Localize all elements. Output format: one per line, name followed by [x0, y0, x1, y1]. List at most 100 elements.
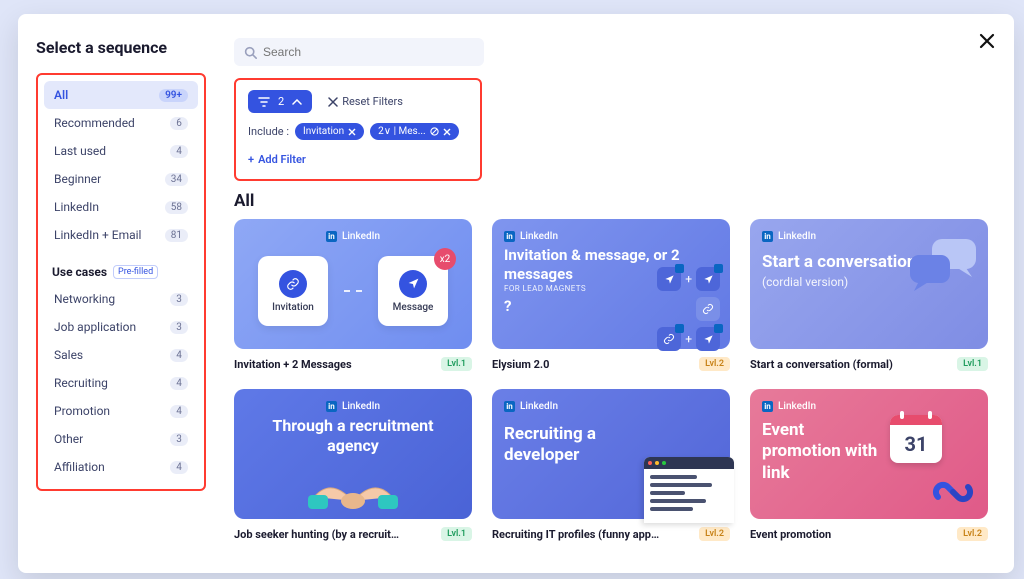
flow-diagram: + + [657, 267, 720, 339]
sequence-card[interactable]: in LinkedIn Invitation & message, or 2 m… [492, 219, 730, 371]
sidebar-item-recommended[interactable]: Recommended 6 [44, 109, 198, 137]
sidebar-item-count: 99+ [159, 89, 188, 102]
chip-label: 2∨ | Mes... [378, 126, 425, 137]
close-icon [328, 97, 338, 107]
linkedin-icon: in [504, 401, 515, 412]
sidebar-item-label: Recruiting [54, 376, 108, 390]
cards-grid: in LinkedIn Invitation [234, 219, 988, 541]
sidebar-item-label: Sales [54, 348, 83, 362]
sidebar-item-count: 34 [165, 173, 188, 186]
filter-highlight-box: 2 Reset Filters Include : Invitation [234, 78, 482, 181]
card-thumb: in LinkedIn Event promotion with link 31 [750, 389, 988, 519]
sidebar-item-sales[interactable]: Sales 4 [44, 341, 198, 369]
sidebar-item-linkedin[interactable]: LinkedIn 58 [44, 193, 198, 221]
chip-label: Invitation [303, 126, 344, 137]
linkedin-icon: in [326, 231, 337, 242]
sidebar-item-beginner[interactable]: Beginner 34 [44, 165, 198, 193]
card-thumb: in LinkedIn Invitation [234, 219, 472, 349]
add-filter-button[interactable]: + Add Filter [248, 153, 306, 166]
level-badge: Lvl.2 [699, 527, 730, 541]
question-icon: ? [504, 297, 511, 315]
linkedin-icon: in [326, 401, 337, 412]
card-headline: Recruiting a developer [504, 424, 634, 467]
sidebar-section-header: Use cases Pre-filled [52, 265, 198, 279]
cancel-icon[interactable] [430, 127, 439, 136]
section-heading: All [234, 191, 988, 211]
invitation-tile: Invitation [258, 256, 328, 326]
link-icon [279, 270, 307, 298]
sidebar-section-title: Use cases [52, 265, 107, 279]
linkedin-label: LinkedIn [342, 401, 380, 412]
sidebar-item-count: 4 [170, 145, 188, 158]
sidebar-section-badge: Pre-filled [113, 265, 158, 279]
card-headline: Through a recruitment agency [246, 416, 460, 456]
add-filter-label: Add Filter [258, 153, 306, 166]
sequence-card[interactable]: in LinkedIn Through a recruitment agency [234, 389, 472, 541]
card-title: Elysium 2.0 [492, 358, 549, 371]
card-thumb: in LinkedIn Start a conversation (cordia… [750, 219, 988, 349]
modal-title: Select a sequence [36, 38, 206, 57]
reset-filters-button[interactable]: Reset Filters [328, 95, 403, 108]
sequence-modal: Select a sequence All 99+ Recommended 6 … [18, 14, 1014, 573]
sidebar-item-recruiting[interactable]: Recruiting 4 [44, 369, 198, 397]
card-title: Start a conversation (formal) [750, 358, 893, 371]
close-button[interactable] [974, 28, 1000, 54]
sidebar-item-count: 3 [170, 321, 188, 334]
sidebar-item-count: 4 [170, 461, 188, 474]
sidebar-item-label: LinkedIn + Email [54, 228, 141, 242]
sidebar-item-label: Networking [54, 292, 115, 306]
tile-label: Invitation [272, 302, 314, 313]
sidebar-item-count: 58 [165, 201, 188, 214]
search-input[interactable] [263, 45, 474, 59]
sidebar-item-promotion[interactable]: Promotion 4 [44, 397, 198, 425]
chat-bubbles-icon [906, 237, 982, 297]
sidebar-item-label: Job application [54, 320, 136, 334]
sidebar-item-networking[interactable]: Networking 3 [44, 285, 198, 313]
sidebar-item-linkedin-email[interactable]: LinkedIn + Email 81 [44, 221, 198, 249]
filter-summary-button[interactable]: 2 [248, 90, 312, 113]
link-icon [696, 297, 720, 321]
filter-count: 2 [278, 95, 284, 108]
sidebar-item-last-used[interactable]: Last used 4 [44, 137, 198, 165]
card-thumb: in LinkedIn Invitation & message, or 2 m… [492, 219, 730, 349]
sidebar-item-label: Other [54, 432, 83, 446]
chevron-up-icon [292, 99, 302, 105]
sidebar-item-all[interactable]: All 99+ [44, 81, 198, 109]
search-input-wrap[interactable] [234, 38, 484, 66]
close-icon[interactable] [348, 128, 356, 136]
code-window-icon [644, 457, 734, 523]
linkedin-badge: in LinkedIn [326, 231, 380, 242]
sidebar-item-job-application[interactable]: Job application 3 [44, 313, 198, 341]
linkedin-label: LinkedIn [520, 231, 558, 242]
sequence-card[interactable]: in LinkedIn Recruiting a developer [492, 389, 730, 541]
link-chain-icon [932, 477, 974, 507]
handshake-icon [308, 471, 398, 515]
level-badge: Lvl.1 [441, 357, 472, 371]
connector-line [344, 290, 362, 292]
card-title: Recruiting IT profiles (funny approach) [492, 528, 662, 541]
sequence-card[interactable]: in LinkedIn Event promotion with link 31 [750, 389, 988, 541]
card-thumb: in LinkedIn Recruiting a developer [492, 389, 730, 519]
sidebar-highlight-box: All 99+ Recommended 6 Last used 4 Beginn… [36, 73, 206, 491]
sidebar-item-affiliation[interactable]: Affiliation 4 [44, 453, 198, 481]
sidebar-item-other[interactable]: Other 3 [44, 425, 198, 453]
card-headline: Event promotion with link [762, 420, 882, 484]
sidebar-item-count: 3 [170, 433, 188, 446]
send-icon [696, 327, 720, 351]
linkedin-icon: in [504, 231, 515, 242]
sidebar-item-label: Beginner [54, 172, 101, 186]
sidebar-item-count: 6 [170, 117, 188, 130]
sequence-card[interactable]: in LinkedIn Invitation [234, 219, 472, 371]
sidebar-item-label: Last used [54, 144, 106, 158]
linkedin-label: LinkedIn [342, 231, 380, 242]
close-icon[interactable] [443, 128, 451, 136]
link-icon [657, 327, 681, 351]
linkedin-icon: in [762, 401, 773, 412]
filter-chip-message[interactable]: 2∨ | Mes... [370, 123, 458, 140]
linkedin-label: LinkedIn [778, 401, 816, 412]
sequence-card[interactable]: in LinkedIn Start a conversation (cordia… [750, 219, 988, 371]
sidebar-item-count: 4 [170, 377, 188, 390]
filter-chip-invitation[interactable]: Invitation [295, 123, 364, 140]
search-icon [244, 46, 257, 59]
x2-badge: x2 [434, 248, 456, 270]
